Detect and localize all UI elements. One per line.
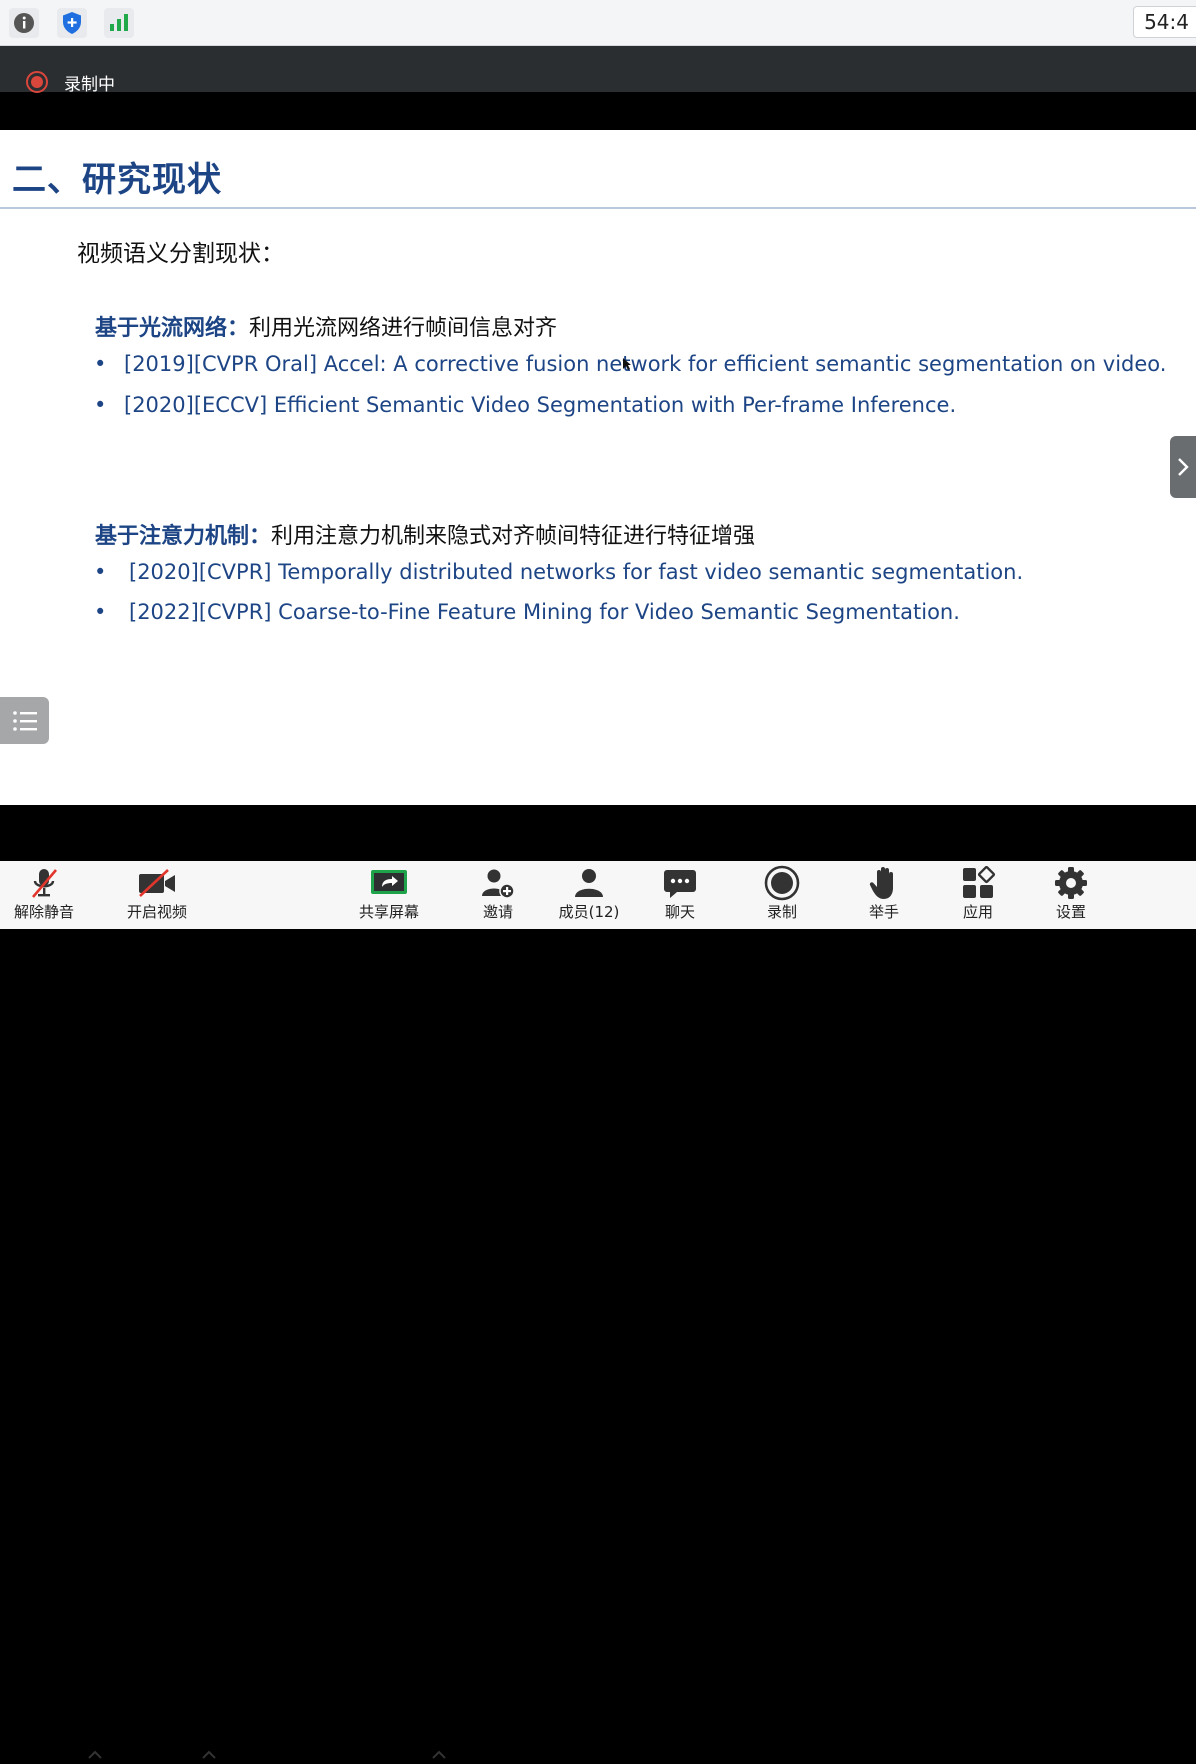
apps-label: 应用	[962, 903, 993, 921]
unmute-button[interactable]: 解除静音	[10, 861, 78, 929]
signal-icon[interactable]	[104, 8, 134, 38]
meeting-toolbar: 解除静音 开启视频 共享屏幕 邀请 成员(12) 聊天 录制 举手 应用 设置	[0, 861, 1196, 1759]
apps-icon	[961, 861, 995, 905]
paper-reference: [2019][CVPR Oral] Accel: A corrective fu…	[124, 352, 1167, 376]
members-label: 成员(12)	[558, 903, 620, 921]
bullet-marker: •	[94, 560, 107, 584]
gear-icon	[1054, 861, 1088, 905]
shared-slide: 二、研究现状 视频语义分割现状： 基于光流网络：利用光流网络进行帧间信息对齐 •…	[0, 130, 1196, 805]
recording-status-text: 录制中	[64, 75, 115, 95]
apps-button[interactable]: 应用	[958, 861, 998, 929]
invite-button[interactable]: 邀请	[478, 861, 518, 929]
share-screen-button[interactable]: 共享屏幕	[354, 861, 424, 929]
section-heading-optical-flow: 基于光流网络：利用光流网络进行帧间信息对齐	[95, 310, 557, 342]
chevron-right-icon	[1178, 458, 1189, 476]
meeting-timer: 54:4	[1133, 6, 1196, 38]
paper-reference: [2020][CVPR] Temporally distributed netw…	[129, 560, 1024, 584]
record-icon	[764, 861, 800, 905]
add-user-icon	[480, 861, 516, 905]
recording-bar	[0, 46, 1196, 92]
section-heading-label: 基于光流网络：	[95, 316, 250, 341]
settings-button[interactable]: 设置	[1051, 861, 1091, 929]
chat-label: 聊天	[664, 903, 695, 921]
title-divider	[0, 207, 1196, 209]
paper-reference: [2020][ECCV] Efficient Semantic Video Se…	[124, 393, 957, 417]
video-options-chevron-icon[interactable]	[202, 1748, 216, 1764]
record-label: 录制	[766, 903, 797, 921]
start-video-label: 开启视频	[126, 903, 187, 921]
bullet-marker: •	[94, 600, 107, 624]
share-screen-label: 共享屏幕	[358, 903, 419, 921]
paper-reference: [2022][CVPR] Coarse-to-Fine Feature Mini…	[129, 600, 960, 624]
microphone-muted-icon	[29, 861, 59, 905]
slide-list-button[interactable]	[0, 697, 49, 744]
raise-hand-button[interactable]: 举手	[864, 861, 904, 929]
list-item: • [2020][CVPR] Temporally distributed net…	[94, 560, 1023, 584]
section-heading-description: 利用光流网络进行帧间信息对齐	[249, 316, 558, 341]
chat-button[interactable]: 聊天	[660, 861, 700, 929]
section-heading-attention: 基于注意力机制：利用注意力机制来隐式对齐帧间特征进行特征增强	[95, 518, 755, 550]
next-page-button[interactable]	[1170, 436, 1196, 498]
unmute-label: 解除静音	[13, 903, 74, 921]
camera-off-icon	[137, 861, 177, 905]
slide-subheading: 视频语义分割现状：	[77, 241, 284, 267]
hand-icon	[869, 861, 899, 905]
share-options-chevron-icon[interactable]	[432, 1748, 446, 1764]
record-button[interactable]: 录制	[762, 861, 802, 929]
recording-indicator-icon	[26, 71, 48, 93]
members-icon	[572, 861, 606, 905]
section-heading-description: 利用注意力机制来隐式对齐帧间特征进行特征增强	[271, 524, 756, 549]
chat-icon	[663, 861, 697, 905]
info-icon[interactable]	[9, 8, 39, 38]
section-heading-label: 基于注意力机制：	[95, 524, 272, 549]
raise-hand-label: 举手	[868, 903, 899, 921]
mouse-cursor-icon	[622, 357, 632, 375]
list-item: • [2020][ECCV] Efficient Semantic Video S…	[94, 393, 956, 417]
slide-title: 二、研究现状	[12, 160, 222, 200]
list-icon	[12, 710, 37, 731]
bullet-marker: •	[94, 352, 107, 376]
audio-options-chevron-icon[interactable]	[88, 1748, 102, 1764]
settings-label: 设置	[1055, 903, 1086, 921]
members-button[interactable]: 成员(12)	[556, 861, 622, 929]
share-screen-icon	[369, 861, 409, 905]
bullet-marker: •	[94, 393, 107, 417]
invite-label: 邀请	[482, 903, 513, 921]
window-top-bar: 54:4	[0, 0, 1196, 46]
list-item: • [2022][CVPR] Coarse-to-Fine Feature Min…	[94, 600, 960, 624]
shield-icon[interactable]	[57, 8, 87, 38]
start-video-button[interactable]: 开启视频	[122, 861, 192, 929]
